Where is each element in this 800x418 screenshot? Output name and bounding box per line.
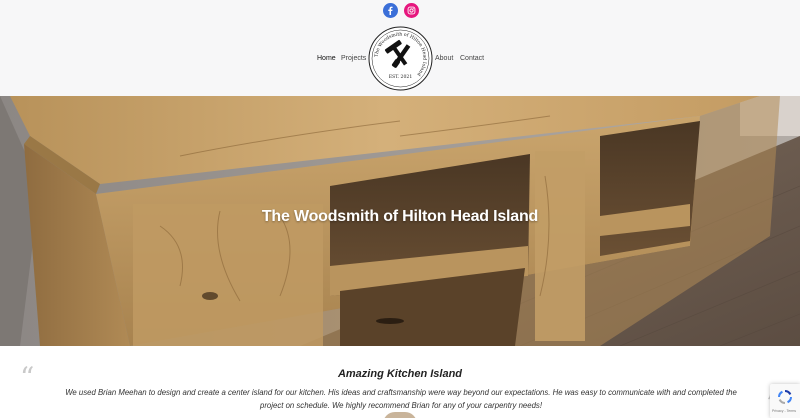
site-logo[interactable]: The Woodsmith of Hilton Head Island EST.… [368,26,433,91]
nav-projects[interactable]: Projects [341,54,366,63]
testimonial-section: “ Amazing Kitchen Island We used Brian M… [0,346,800,418]
hero-title: The Woodsmith of Hilton Head Island [261,208,539,225]
nav-contact[interactable]: Contact [460,54,484,63]
nav-home[interactable]: Home [317,54,336,63]
main-nav: Home Projects The Woodsmith of Hilton He… [0,0,800,96]
testimonial-title: Amazing Kitchen Island [337,368,463,380]
logo-est: EST. 2021 [389,74,413,80]
nav-about[interactable]: About [435,54,453,63]
recaptcha-icon [778,390,792,404]
recaptcha-links[interactable]: Privacy - Terms [772,409,796,413]
testimonial-body: We used Brian Meehan to design and creat… [65,388,737,410]
recaptcha-badge[interactable]: Privacy - Terms [770,384,800,418]
hero-banner: The Woodsmith of Hilton Head Island [0,96,800,346]
site-header: Home Projects The Woodsmith of Hilton He… [0,0,800,96]
